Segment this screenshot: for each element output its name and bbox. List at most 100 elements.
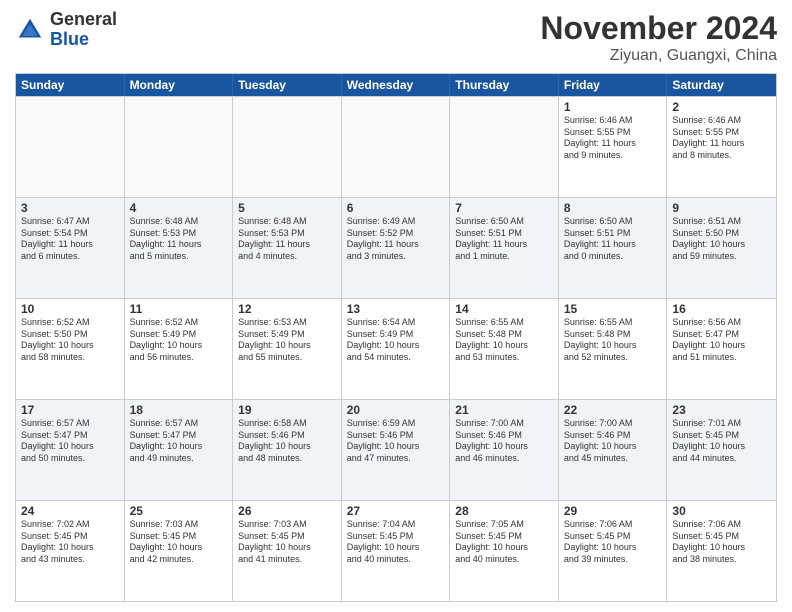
day-info: Sunrise: 6:57 AM Sunset: 5:47 PM Dayligh… [130,418,228,465]
header-cell-sunday: Sunday [16,74,125,96]
day-number: 15 [564,302,662,316]
day-info: Sunrise: 6:52 AM Sunset: 5:49 PM Dayligh… [130,317,228,364]
day-number: 30 [672,504,771,518]
header-cell-thursday: Thursday [450,74,559,96]
calendar-cell-7: 7Sunrise: 6:50 AM Sunset: 5:51 PM Daylig… [450,198,559,298]
month-title: November 2024 [540,10,777,47]
calendar-cell-empty-4 [450,97,559,197]
day-number: 2 [672,100,771,114]
day-number: 9 [672,201,771,215]
calendar-cell-25: 25Sunrise: 7:03 AM Sunset: 5:45 PM Dayli… [125,501,234,601]
day-number: 10 [21,302,119,316]
title-block: November 2024 Ziyuan, Guangxi, China [540,10,777,65]
calendar-cell-10: 10Sunrise: 6:52 AM Sunset: 5:50 PM Dayli… [16,299,125,399]
day-info: Sunrise: 6:59 AM Sunset: 5:46 PM Dayligh… [347,418,445,465]
day-info: Sunrise: 6:46 AM Sunset: 5:55 PM Dayligh… [672,115,771,162]
day-info: Sunrise: 6:56 AM Sunset: 5:47 PM Dayligh… [672,317,771,364]
calendar-cell-empty-1 [125,97,234,197]
day-number: 8 [564,201,662,215]
day-info: Sunrise: 6:49 AM Sunset: 5:52 PM Dayligh… [347,216,445,263]
day-info: Sunrise: 6:47 AM Sunset: 5:54 PM Dayligh… [21,216,119,263]
day-number: 4 [130,201,228,215]
calendar-header: SundayMondayTuesdayWednesdayThursdayFrid… [16,74,776,96]
day-number: 23 [672,403,771,417]
day-info: Sunrise: 7:06 AM Sunset: 5:45 PM Dayligh… [672,519,771,566]
header: General Blue November 2024 Ziyuan, Guang… [15,10,777,65]
calendar-row-2: 10Sunrise: 6:52 AM Sunset: 5:50 PM Dayli… [16,298,776,399]
day-info: Sunrise: 7:00 AM Sunset: 5:46 PM Dayligh… [455,418,553,465]
day-info: Sunrise: 7:03 AM Sunset: 5:45 PM Dayligh… [238,519,336,566]
day-number: 20 [347,403,445,417]
day-number: 21 [455,403,553,417]
day-info: Sunrise: 7:05 AM Sunset: 5:45 PM Dayligh… [455,519,553,566]
day-number: 17 [21,403,119,417]
day-number: 11 [130,302,228,316]
day-number: 29 [564,504,662,518]
calendar-cell-27: 27Sunrise: 7:04 AM Sunset: 5:45 PM Dayli… [342,501,451,601]
calendar-cell-30: 30Sunrise: 7:06 AM Sunset: 5:45 PM Dayli… [667,501,776,601]
calendar-cell-18: 18Sunrise: 6:57 AM Sunset: 5:47 PM Dayli… [125,400,234,500]
day-number: 3 [21,201,119,215]
day-number: 28 [455,504,553,518]
calendar-cell-empty-0 [16,97,125,197]
day-info: Sunrise: 6:48 AM Sunset: 5:53 PM Dayligh… [130,216,228,263]
day-info: Sunrise: 6:55 AM Sunset: 5:48 PM Dayligh… [564,317,662,364]
logo-icon [15,15,45,45]
logo-line1: General [50,10,117,30]
day-number: 27 [347,504,445,518]
location: Ziyuan, Guangxi, China [540,47,777,65]
day-info: Sunrise: 7:04 AM Sunset: 5:45 PM Dayligh… [347,519,445,566]
header-cell-wednesday: Wednesday [342,74,451,96]
calendar-cell-6: 6Sunrise: 6:49 AM Sunset: 5:52 PM Daylig… [342,198,451,298]
calendar: SundayMondayTuesdayWednesdayThursdayFrid… [15,73,777,602]
day-number: 13 [347,302,445,316]
calendar-cell-12: 12Sunrise: 6:53 AM Sunset: 5:49 PM Dayli… [233,299,342,399]
day-number: 14 [455,302,553,316]
calendar-cell-13: 13Sunrise: 6:54 AM Sunset: 5:49 PM Dayli… [342,299,451,399]
logo-text: General Blue [50,10,117,50]
calendar-cell-16: 16Sunrise: 6:56 AM Sunset: 5:47 PM Dayli… [667,299,776,399]
day-info: Sunrise: 6:52 AM Sunset: 5:50 PM Dayligh… [21,317,119,364]
day-number: 18 [130,403,228,417]
day-number: 16 [672,302,771,316]
calendar-cell-14: 14Sunrise: 6:55 AM Sunset: 5:48 PM Dayli… [450,299,559,399]
calendar-cell-28: 28Sunrise: 7:05 AM Sunset: 5:45 PM Dayli… [450,501,559,601]
day-info: Sunrise: 6:48 AM Sunset: 5:53 PM Dayligh… [238,216,336,263]
day-number: 12 [238,302,336,316]
day-info: Sunrise: 6:51 AM Sunset: 5:50 PM Dayligh… [672,216,771,263]
day-number: 5 [238,201,336,215]
calendar-cell-3: 3Sunrise: 6:47 AM Sunset: 5:54 PM Daylig… [16,198,125,298]
calendar-row-1: 3Sunrise: 6:47 AM Sunset: 5:54 PM Daylig… [16,197,776,298]
calendar-cell-empty-3 [342,97,451,197]
day-number: 22 [564,403,662,417]
calendar-cell-8: 8Sunrise: 6:50 AM Sunset: 5:51 PM Daylig… [559,198,668,298]
day-info: Sunrise: 7:03 AM Sunset: 5:45 PM Dayligh… [130,519,228,566]
calendar-cell-4: 4Sunrise: 6:48 AM Sunset: 5:53 PM Daylig… [125,198,234,298]
calendar-row-3: 17Sunrise: 6:57 AM Sunset: 5:47 PM Dayli… [16,399,776,500]
calendar-cell-17: 17Sunrise: 6:57 AM Sunset: 5:47 PM Dayli… [16,400,125,500]
day-number: 1 [564,100,662,114]
day-number: 6 [347,201,445,215]
header-cell-friday: Friday [559,74,668,96]
day-info: Sunrise: 7:06 AM Sunset: 5:45 PM Dayligh… [564,519,662,566]
day-info: Sunrise: 6:53 AM Sunset: 5:49 PM Dayligh… [238,317,336,364]
calendar-cell-2: 2Sunrise: 6:46 AM Sunset: 5:55 PM Daylig… [667,97,776,197]
calendar-cell-1: 1Sunrise: 6:46 AM Sunset: 5:55 PM Daylig… [559,97,668,197]
day-info: Sunrise: 7:00 AM Sunset: 5:46 PM Dayligh… [564,418,662,465]
calendar-cell-15: 15Sunrise: 6:55 AM Sunset: 5:48 PM Dayli… [559,299,668,399]
calendar-cell-22: 22Sunrise: 7:00 AM Sunset: 5:46 PM Dayli… [559,400,668,500]
header-cell-saturday: Saturday [667,74,776,96]
logo-line2: Blue [50,30,117,50]
calendar-cell-23: 23Sunrise: 7:01 AM Sunset: 5:45 PM Dayli… [667,400,776,500]
day-number: 19 [238,403,336,417]
day-info: Sunrise: 7:02 AM Sunset: 5:45 PM Dayligh… [21,519,119,566]
page: General Blue November 2024 Ziyuan, Guang… [0,0,792,612]
calendar-cell-21: 21Sunrise: 7:00 AM Sunset: 5:46 PM Dayli… [450,400,559,500]
day-number: 26 [238,504,336,518]
day-info: Sunrise: 7:01 AM Sunset: 5:45 PM Dayligh… [672,418,771,465]
day-info: Sunrise: 6:57 AM Sunset: 5:47 PM Dayligh… [21,418,119,465]
header-cell-monday: Monday [125,74,234,96]
calendar-cell-11: 11Sunrise: 6:52 AM Sunset: 5:49 PM Dayli… [125,299,234,399]
calendar-cell-24: 24Sunrise: 7:02 AM Sunset: 5:45 PM Dayli… [16,501,125,601]
calendar-cell-9: 9Sunrise: 6:51 AM Sunset: 5:50 PM Daylig… [667,198,776,298]
